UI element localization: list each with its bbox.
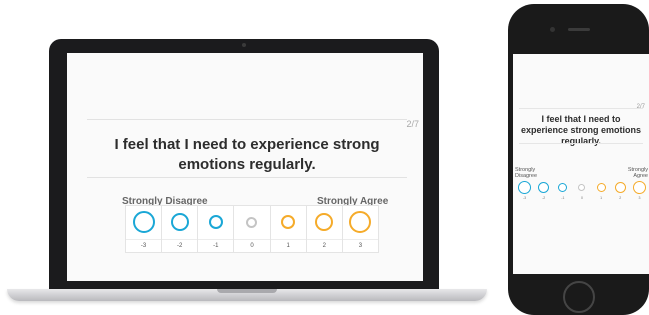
- likert-value-label: 3: [342, 239, 378, 252]
- likert-circle-wrap: [632, 180, 646, 194]
- radio-circle-icon[interactable]: [315, 213, 334, 231]
- likert-option[interactable]: 3: [342, 206, 378, 252]
- likert-circle-wrap: [558, 180, 568, 194]
- radio-circle-icon[interactable]: [632, 180, 646, 194]
- likert-option[interactable]: 1: [270, 206, 307, 252]
- likert-circle-wrap: [281, 206, 296, 238]
- likert-option[interactable]: -1: [198, 206, 235, 252]
- likert-circle-wrap: [518, 180, 532, 194]
- radio-circle-icon[interactable]: [596, 182, 606, 192]
- likert-circle-wrap: [132, 206, 155, 238]
- divider-middle: [519, 143, 643, 144]
- likert-circle-wrap: [538, 180, 550, 194]
- likert-value-label: 0: [581, 196, 583, 200]
- divider-top: [519, 108, 643, 109]
- likert-value-label: 2: [619, 196, 622, 200]
- likert-circle-wrap: [578, 180, 586, 194]
- radio-circle-icon[interactable]: [578, 183, 586, 191]
- scale-label-left: Strongly Disagree: [515, 167, 538, 179]
- likert-option[interactable]: 1: [592, 180, 611, 202]
- likert-option[interactable]: -2: [162, 206, 199, 252]
- likert-circle-wrap: [208, 206, 223, 238]
- likert-option[interactable]: 0: [234, 206, 271, 252]
- question-text: I feel that I need to experience strong …: [114, 136, 380, 173]
- likert-circle-wrap: [170, 206, 189, 238]
- laptop-notch: [217, 289, 277, 293]
- likert-option[interactable]: -3: [515, 180, 534, 202]
- likert-value-label: 1: [270, 239, 306, 252]
- likert-circle-wrap: [315, 206, 334, 238]
- radio-circle-icon[interactable]: [614, 181, 626, 193]
- likert-circle-wrap: [349, 206, 372, 238]
- likert-option[interactable]: -1: [553, 180, 572, 202]
- laptop-base: [7, 289, 487, 301]
- divider-top: [87, 119, 407, 120]
- radio-circle-icon[interactable]: [132, 211, 155, 233]
- likert-scale: -3 -2 -1 0 1 2 3: [515, 180, 649, 202]
- phone-device: 2/7 I feel that I need to experience str…: [508, 4, 649, 315]
- radio-circle-icon[interactable]: [208, 215, 223, 229]
- likert-value-label: -3: [523, 196, 527, 200]
- likert-option[interactable]: -3: [126, 206, 163, 252]
- phone-speaker: [567, 28, 590, 31]
- radio-circle-icon[interactable]: [349, 211, 372, 233]
- likert-value-label: 1: [600, 196, 603, 200]
- scale-label-right: Strongly Agree: [627, 167, 648, 179]
- likert-option[interactable]: 2: [306, 206, 343, 252]
- likert-option[interactable]: 3: [630, 180, 649, 202]
- likert-value-label: -2: [542, 196, 546, 200]
- likert-value-label: -2: [162, 239, 198, 252]
- radio-circle-icon[interactable]: [170, 213, 189, 231]
- likert-circle-wrap: [246, 206, 258, 238]
- likert-value-label: 3: [638, 196, 641, 200]
- likert-option[interactable]: 0: [572, 180, 591, 202]
- radio-circle-icon[interactable]: [281, 215, 296, 229]
- laptop-screen: 2/7 I feel that I need to experience str…: [67, 53, 423, 281]
- likert-value-label: -1: [198, 239, 234, 252]
- likert-circle-wrap: [596, 180, 606, 194]
- laptop-camera: [242, 43, 246, 47]
- likert-value-label: -1: [561, 196, 565, 200]
- radio-circle-icon[interactable]: [518, 180, 532, 194]
- laptop-survey-page: 2/7 I feel that I need to experience str…: [67, 53, 423, 281]
- radio-circle-icon[interactable]: [246, 216, 258, 228]
- likert-circle-wrap: [614, 180, 626, 194]
- laptop-device: 2/7 I feel that I need to experience str…: [49, 39, 439, 289]
- progress-indicator: 2/7: [406, 119, 419, 129]
- likert-value-label: 2: [306, 239, 342, 252]
- home-button[interactable]: [562, 281, 595, 313]
- divider-middle: [87, 177, 407, 178]
- radio-circle-icon[interactable]: [558, 182, 568, 192]
- likert-value-label: 0: [234, 239, 270, 252]
- progress-indicator: 2/7: [636, 104, 645, 110]
- likert-option[interactable]: -2: [534, 180, 553, 202]
- radio-circle-icon[interactable]: [538, 181, 550, 193]
- phone-camera: [550, 27, 555, 32]
- likert-option[interactable]: 2: [611, 180, 630, 202]
- likert-scale: -3 -2 -1 0 1 2 3: [125, 205, 379, 253]
- likert-value-label: -3: [126, 239, 162, 252]
- phone-screen: 2/7 I feel that I need to experience str…: [513, 54, 649, 274]
